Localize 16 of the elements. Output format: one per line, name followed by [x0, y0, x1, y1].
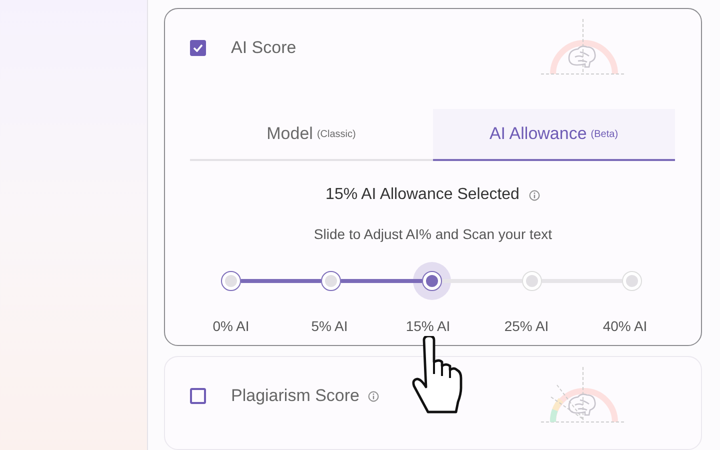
- card-title: AI Score: [231, 38, 296, 58]
- card-title: Plagiarism Score: [231, 386, 360, 406]
- info-icon: [529, 190, 540, 200]
- checkbox[interactable]: [190, 388, 206, 404]
- stop-label: 5% AI: [310, 318, 349, 334]
- check-icon: [193, 44, 203, 52]
- stop-label: 0% AI: [212, 318, 250, 334]
- slider-stop[interactable]: [321, 271, 342, 291]
- stop-label: 40% AI: [602, 318, 648, 334]
- slider-hint: Slide to Adjust AI% and Scan your text: [312, 226, 554, 242]
- slider-stop[interactable]: [221, 271, 241, 291]
- selection-heading: 15% AI Allowance Selected: [326, 186, 520, 204]
- checkbox[interactable]: [190, 40, 206, 56]
- stop-label: 15% AI: [404, 318, 452, 334]
- stop-label: 25% AI: [503, 318, 550, 334]
- slider-stop[interactable]: [422, 271, 442, 291]
